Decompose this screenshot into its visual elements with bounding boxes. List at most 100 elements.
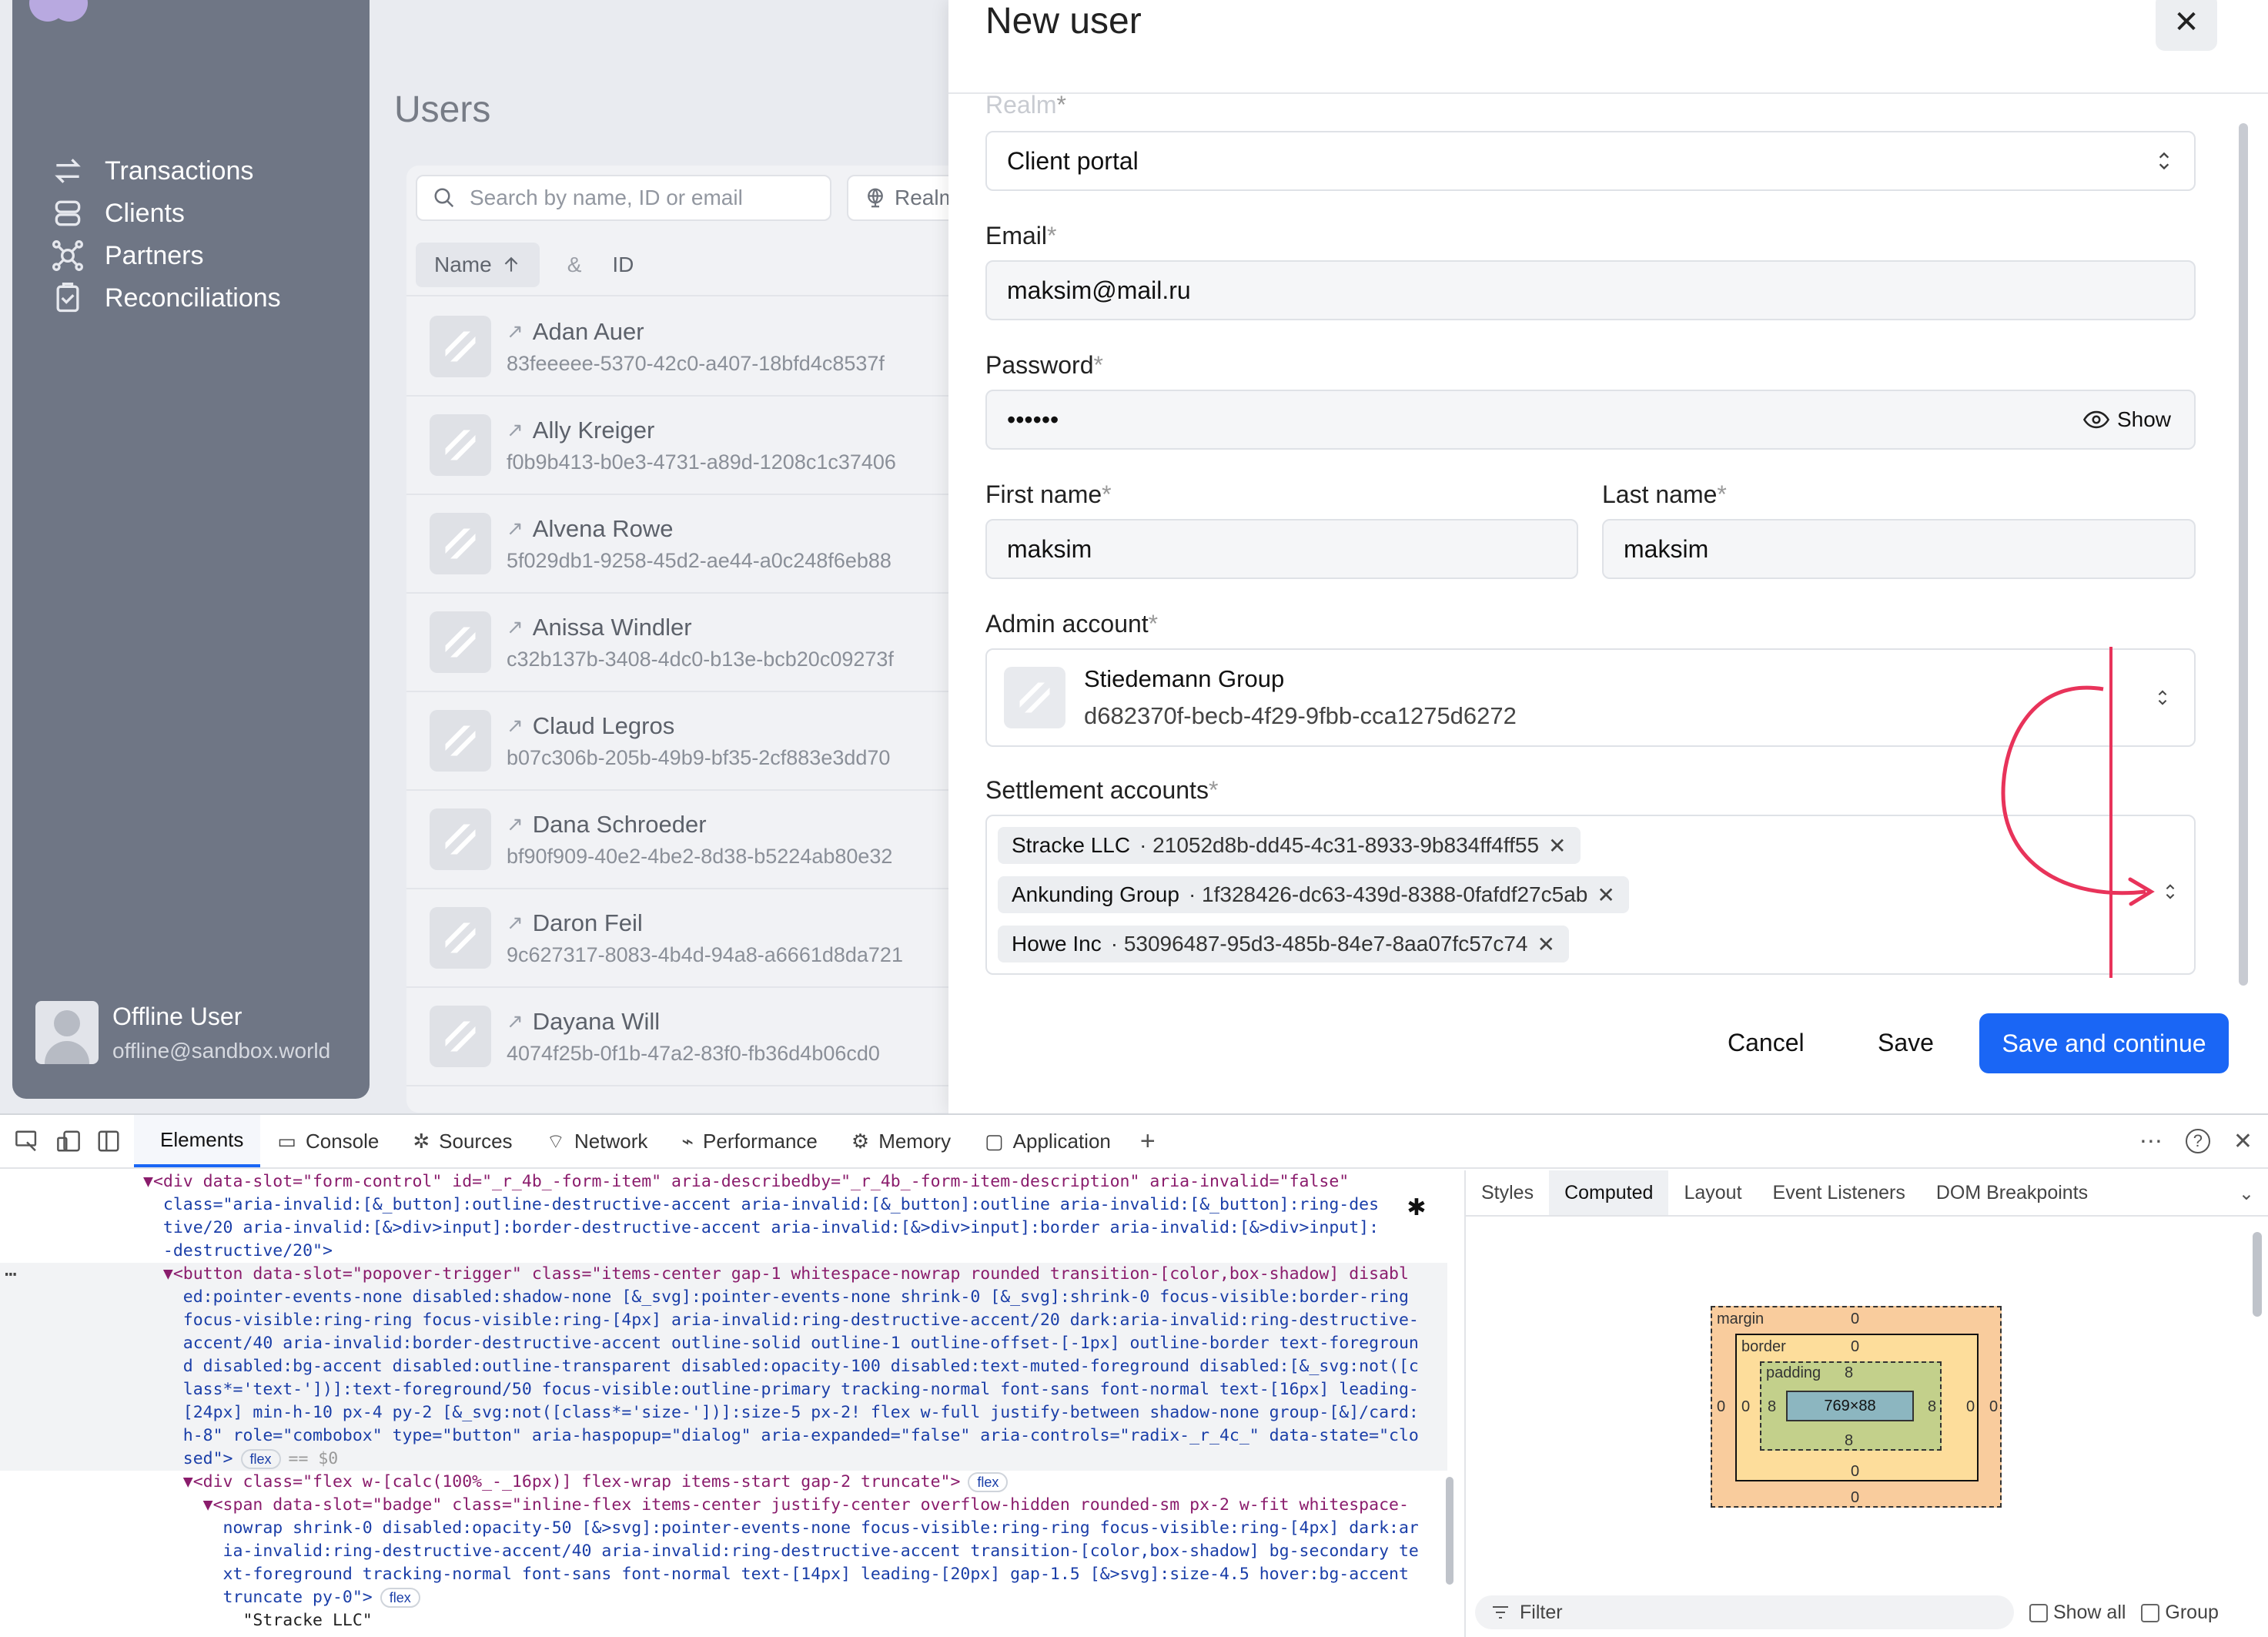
realm-label: Realm* (985, 91, 1066, 119)
user-id: 83feeeee-5370-42c0-a407-18bfd4c8537f (507, 351, 885, 375)
remove-chip-icon[interactable]: ✕ (1537, 932, 1555, 957)
external-link-icon[interactable]: ↗ (507, 517, 524, 541)
remove-chip-icon[interactable]: ✕ (1597, 882, 1614, 908)
external-link-icon[interactable]: ↗ (507, 320, 524, 343)
code-line[interactable]: nowrap shrink-0 disabled:opacity-50 [&>s… (0, 1517, 1447, 1540)
code-line[interactable]: focus-visible:ring-ring focus-visible:ri… (0, 1309, 1447, 1332)
code-line[interactable]: tive/20 aria-invalid:[&>div>input]:borde… (0, 1217, 1447, 1240)
table-row[interactable]: ↗ Anissa Windler c32b137b-3408-4dc0-b13e-… (406, 594, 961, 692)
code-line[interactable]: ▼<div data-slot="form-control" id="_r_4b… (0, 1170, 1447, 1193)
code-line[interactable]: ▼<button data-slot="popover-trigger" cla… (0, 1263, 1447, 1286)
cancel-button[interactable]: Cancel (1728, 1029, 1805, 1057)
styles-scrollbar[interactable] (2253, 1232, 2262, 1317)
close-button[interactable]: ✕ (2156, 0, 2217, 51)
code-line[interactable]: -destructive/20"> (0, 1240, 1447, 1263)
accessibility-icon[interactable]: ✱ (1401, 1192, 1432, 1223)
box-border-right: 0 (1966, 1398, 1975, 1415)
more-dots-icon[interactable]: ⋯ (5, 1263, 17, 1286)
code-line[interactable]: class="aria-invalid:[&_button]:outline-d… (0, 1193, 1447, 1217)
tab-elements[interactable]: Elements (134, 1115, 261, 1167)
tab-performance[interactable]: ⌁ Performance (664, 1115, 835, 1167)
box-margin-label: margin (1717, 1311, 1765, 1327)
realm-filter-button[interactable]: Realm (847, 175, 961, 221)
external-link-icon[interactable]: ↗ (507, 714, 524, 738)
arrows-swap-icon (55, 159, 81, 183)
styles-tab-styles[interactable]: Styles (1466, 1170, 1549, 1215)
password-field[interactable]: •••••• Show (985, 390, 2196, 450)
styles-tab-event-listeners[interactable]: Event Listeners (1758, 1170, 1921, 1215)
table-row[interactable]: ↗ Alvena Rowe 5f029db1-9258-45d2-ae44-a0c… (406, 495, 961, 594)
group-checkbox[interactable]: Group (2141, 1602, 2219, 1624)
last-name-field[interactable]: maksim (1602, 519, 2196, 579)
show-password-button[interactable]: Show (2082, 407, 2171, 432)
email-field[interactable]: maksim@mail.ru (985, 260, 2196, 320)
realm-value: Client portal (1007, 146, 1139, 175)
flex-badge[interactable]: flex (240, 1449, 281, 1469)
help-icon[interactable]: ? (2185, 1129, 2210, 1153)
elements-scrollbar[interactable] (1446, 1477, 1453, 1585)
device-toggle-icon[interactable] (55, 1130, 82, 1153)
inspect-icon[interactable] (14, 1130, 40, 1153)
chevron-down-icon[interactable]: ⌄ (2239, 1183, 2254, 1205)
more-icon[interactable]: ⋯ (2139, 1128, 2163, 1155)
sidebar-item-clients[interactable]: Clients (51, 196, 185, 230)
show-all-checkbox[interactable]: Show all (2029, 1602, 2126, 1624)
dock-side-icon[interactable] (97, 1130, 120, 1153)
dialog-scrollbar[interactable] (2239, 123, 2248, 986)
external-link-icon[interactable]: ↗ (507, 418, 524, 442)
table-row[interactable]: ↗ Adan Auer 83feeeee-5370-42c0-a407-18bfd… (406, 298, 961, 397)
elements-tree[interactable]: ▼<div data-slot="form-control" id="_r_4b… (0, 1170, 1447, 1637)
external-link-icon[interactable]: ↗ (507, 615, 524, 639)
styles-tab-layout[interactable]: Layout (1668, 1170, 1757, 1215)
code-line[interactable]: ▼<span data-slot="badge" class="inline-f… (0, 1494, 1447, 1517)
tab-application[interactable]: ▢ Application (968, 1115, 1128, 1167)
tab-sources[interactable]: ✲ Sources (396, 1115, 529, 1167)
tab-network[interactable]: ⌔ Network (530, 1115, 665, 1167)
user-logo-icon (430, 1006, 491, 1067)
code-line[interactable]: [24px] min-h-10 px-4 py-2 [&_svg:not([cl… (0, 1401, 1447, 1424)
code-line[interactable]: lass*='text-'])]:text-foreground/50 focu… (0, 1378, 1447, 1401)
styles-tab-computed[interactable]: Computed (1549, 1170, 1669, 1215)
tab-icon: ⌔ (546, 1129, 566, 1153)
code-line[interactable]: truncate py-0"> flex (0, 1586, 1447, 1609)
tab-label: Console (305, 1129, 380, 1153)
table-row[interactable]: ↗ Ally Kreiger f0b9b413-b0e3-4731-a89d-12… (406, 397, 961, 495)
code-line[interactable]: h-8" role="combobox" type="button" aria-… (0, 1424, 1447, 1448)
remove-chip-icon[interactable]: ✕ (1548, 833, 1566, 859)
external-link-icon[interactable]: ↗ (507, 911, 524, 935)
current-user[interactable]: Offline User offline@sandbox.world (35, 1001, 330, 1064)
tab-console[interactable]: ▭ Console (260, 1115, 396, 1167)
table-row[interactable]: ↗ Dana Schroeder bf90f909-40e2-4be2-8d38-… (406, 791, 961, 889)
code-line[interactable]: xt-foreground tracking-normal font-sans … (0, 1563, 1447, 1586)
password-label: Password* (985, 351, 1103, 379)
styles-tab-dom-breakpoints[interactable]: DOM Breakpoints (1921, 1170, 2103, 1215)
sidebar-item-partners[interactable]: Partners (51, 239, 204, 273)
search-input[interactable]: Search by name, ID or email (416, 175, 831, 221)
sidebar-item-transactions[interactable]: Transactions (51, 154, 253, 188)
realm-select[interactable]: Client portal (985, 131, 2196, 191)
external-link-icon[interactable]: ↗ (507, 812, 524, 836)
table-row[interactable]: ↗ Daron Feil 9c627317-8083-4b4d-94a8-a666… (406, 889, 961, 988)
code-line[interactable]: d disabled:bg-accent disabled:outline-tr… (0, 1355, 1447, 1378)
sort-name-button[interactable]: Name (416, 243, 540, 287)
code-line[interactable]: ▼<div class="flex w-[calc(100%_-_16px)] … (0, 1471, 1447, 1494)
save-button[interactable]: Save (1878, 1029, 1934, 1057)
code-line[interactable]: ia-invalid:ring-destructive-accent/40 ar… (0, 1540, 1447, 1563)
filter-input[interactable]: Filter (1475, 1595, 2014, 1629)
code-line[interactable]: sed"> flex == $0 (0, 1448, 1447, 1471)
tab-memory[interactable]: ⚙ Memory (835, 1115, 968, 1167)
add-tab-icon[interactable]: + (1128, 1126, 1168, 1157)
close-devtools-icon[interactable]: ✕ (2233, 1128, 2253, 1155)
table-row[interactable]: ↗ Claud Legros b07c306b-205b-49b9-bf35-2c… (406, 692, 961, 791)
external-link-icon[interactable]: ↗ (507, 1009, 524, 1033)
code-line[interactable]: accent/40 aria-invalid:border-destructiv… (0, 1332, 1447, 1355)
flex-badge[interactable]: flex (968, 1472, 1009, 1492)
code-line[interactable]: "Stracke LLC" (0, 1609, 1447, 1632)
first-name-field[interactable]: maksim (985, 519, 1578, 579)
sidebar-item-reconciliations[interactable]: Reconciliations (51, 281, 281, 315)
user-logo-icon (430, 808, 491, 870)
table-row[interactable]: ↗ Dayana Will 4074f25b-0f1b-47a2-83f0-fb3… (406, 988, 961, 1086)
code-line[interactable]: ed:pointer-events-none disabled:shadow-n… (0, 1286, 1447, 1309)
save-and-continue-button[interactable]: Save and continue (1979, 1013, 2229, 1073)
flex-badge[interactable]: flex (380, 1588, 420, 1608)
